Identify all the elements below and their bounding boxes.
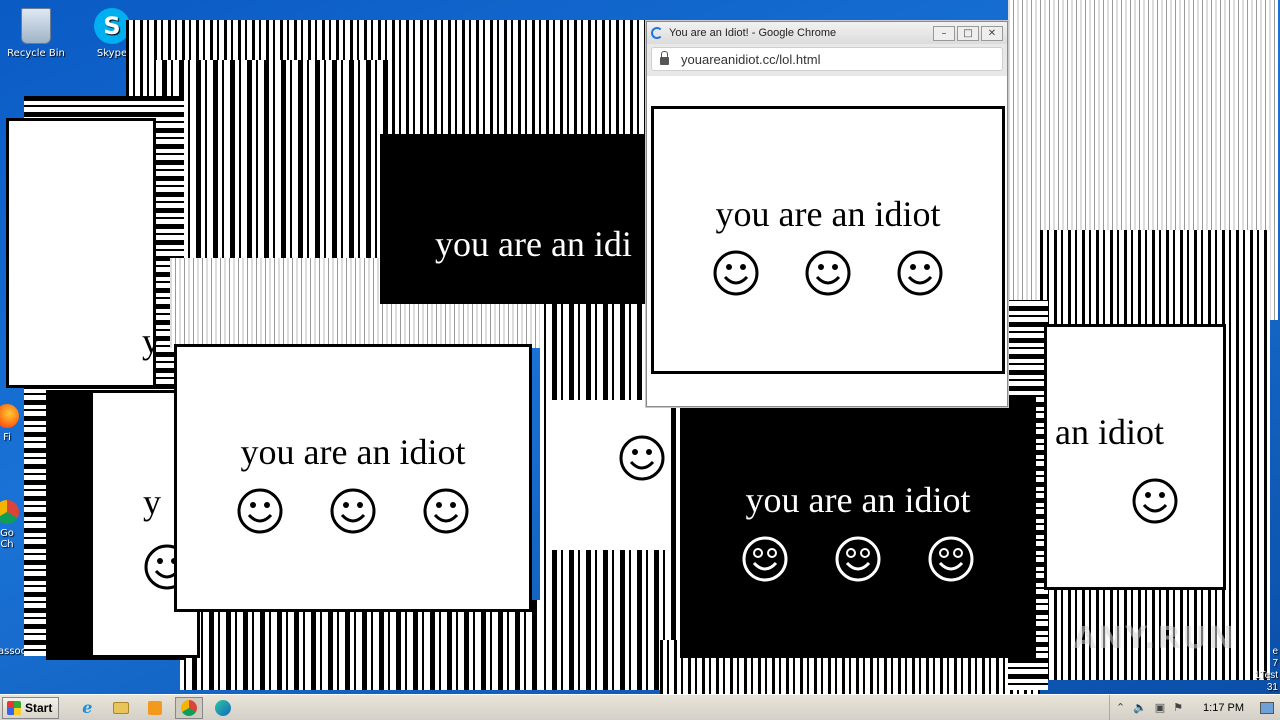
- smiley-icon: [742, 536, 788, 582]
- skype-icon: S: [94, 8, 130, 44]
- smiley-icon: [1132, 478, 1178, 524]
- start-label: Start: [25, 700, 53, 715]
- file-explorer-icon[interactable]: [107, 697, 135, 719]
- smiley-icon: [805, 250, 851, 296]
- edge-text: 31: [1266, 682, 1278, 693]
- address-bar-url: youareanidiot.cc/lol.html: [681, 51, 821, 67]
- show-desktop-icon[interactable]: [1260, 701, 1274, 714]
- window-controls: – □ ✕: [933, 25, 1007, 41]
- volume-icon[interactable]: 🔈: [1133, 701, 1147, 714]
- taskbar: Start e ⌃ 🔈 ▣ ⚑ 1:17 PM: [0, 694, 1280, 720]
- start-button[interactable]: Start: [2, 696, 60, 719]
- glitch-smear: [180, 600, 540, 690]
- popup-content: you are an idiot: [651, 106, 1005, 374]
- edge-text: 1Test: [1254, 670, 1278, 681]
- popup-message: you are an idiot: [240, 432, 466, 472]
- popup-window-partial: [548, 400, 668, 550]
- smiley-icon: [330, 488, 376, 534]
- smiley-icon: [423, 488, 469, 534]
- desktop-icon-recycle-bin[interactable]: Recycle Bin: [0, 8, 72, 59]
- smiley-icon: [897, 250, 943, 296]
- popup-window-inverted: you are an idiot: [680, 396, 1036, 658]
- chrome-icon[interactable]: [175, 696, 204, 719]
- smiley-row: [177, 487, 529, 535]
- popup-message: y: [142, 321, 160, 361]
- lock-icon: [660, 51, 669, 65]
- smiley-icon: [237, 488, 283, 534]
- clock[interactable]: 1:17 PM: [1203, 702, 1244, 714]
- popup-message: you are an idiot: [715, 194, 941, 234]
- popup-message: an idiot: [1055, 412, 1164, 452]
- firefox-icon: [0, 404, 19, 428]
- desktop-icon-label: assoc: [0, 646, 27, 657]
- popup-window: you are an idiot: [174, 344, 532, 612]
- maximize-button[interactable]: □: [957, 25, 979, 41]
- desktop: Recycle Bin S Skype Fi Go Ch assoc y y y: [0, 0, 1280, 694]
- smiley-icon: [713, 250, 759, 296]
- chrome-icon: [0, 500, 19, 524]
- chrome-window[interactable]: You are an Idiot! - Google Chrome – □ ✕ …: [646, 21, 1008, 407]
- desktop-icon-label: Go Ch: [0, 528, 14, 550]
- edge-icon[interactable]: [209, 697, 237, 719]
- smiley-row: [654, 249, 1002, 297]
- recycle-bin-icon: [21, 8, 51, 44]
- window-titlebar[interactable]: You are an Idiot! - Google Chrome – □ ✕: [647, 22, 1007, 44]
- system-tray: ⌃ 🔈 ▣ ⚑ 1:17 PM: [1108, 694, 1280, 720]
- internet-explorer-icon[interactable]: e: [73, 697, 101, 719]
- desktop-icon-label: Recycle Bin: [7, 48, 65, 59]
- edge-text: e: [1272, 646, 1278, 657]
- smiley-icon: [928, 536, 974, 582]
- popup-window-partial: an idiot: [1044, 324, 1226, 590]
- popup-window-inverted: you are an idi: [380, 134, 660, 304]
- window-title: You are an Idiot! - Google Chrome: [669, 27, 837, 39]
- smiley-icon: [835, 536, 881, 582]
- desktop-icon-label: Skype: [96, 48, 128, 59]
- watermark: ANY.RUN: [1072, 621, 1236, 656]
- close-button[interactable]: ✕: [981, 25, 1003, 41]
- media-player-icon[interactable]: [141, 697, 169, 719]
- smiley-icon: [619, 435, 665, 481]
- loading-spinner-icon: [651, 27, 663, 39]
- smiley-row: [683, 535, 1033, 583]
- network-icon[interactable]: ▣: [1155, 701, 1165, 714]
- minimize-button[interactable]: –: [933, 25, 955, 41]
- show-hidden-icons-icon[interactable]: ⌃: [1116, 701, 1125, 714]
- desktop-edge-text: e 7 1Test 31: [1238, 646, 1278, 694]
- edge-text: 7: [1272, 658, 1278, 669]
- page-viewport: you are an idiot: [647, 76, 1007, 406]
- desktop-icon-label: Fi: [3, 432, 11, 443]
- popup-message: you are an idiot: [745, 480, 971, 520]
- address-bar[interactable]: youareanidiot.cc/lol.html: [651, 47, 1003, 71]
- flag-icon[interactable]: ⚑: [1173, 701, 1183, 714]
- popup-window-partial: y: [120, 300, 180, 380]
- popup-message: you are an idi: [435, 224, 632, 264]
- windows-logo-icon: [7, 700, 21, 715]
